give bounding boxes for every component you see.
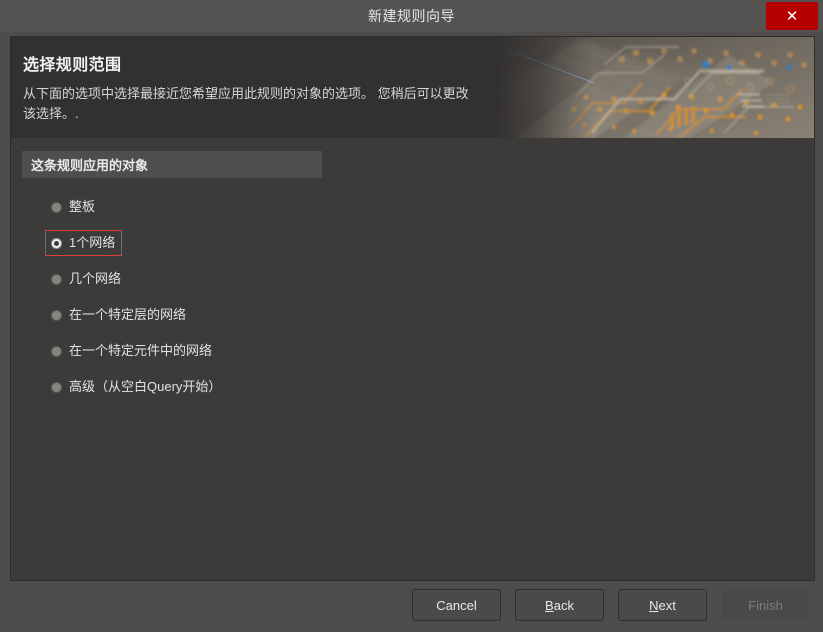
banner: 选择规则范围 从下面的选项中选择最接近您希望应用此规则的对象的选项。 您稍后可以…: [11, 37, 814, 138]
close-button[interactable]: ✕: [766, 2, 818, 30]
next-button-rest: ext: [658, 597, 676, 613]
radio-option-label: 几个网络: [69, 271, 122, 286]
radio-icon[interactable]: [51, 345, 62, 357]
radio-icon[interactable]: [51, 309, 62, 321]
banner-heading: 选择规则范围: [23, 57, 122, 74]
radio-option-label: 1个网络: [69, 235, 116, 250]
radio-icon-selected[interactable]: [51, 237, 62, 249]
banner-text: 选择规则范围 从下面的选项中选择最接近您希望应用此规则的对象的选项。 您稍后可以…: [23, 51, 493, 124]
radio-option-nets-in-component[interactable]: 在一个特定元件中的网络: [45, 338, 219, 364]
radio-icon[interactable]: [51, 381, 62, 393]
footer: Cancel Back Next Finish: [0, 582, 823, 632]
radio-option-label: 整板: [69, 199, 96, 214]
radio-option-advanced-query[interactable]: 高级（从空白Query开始）: [45, 374, 228, 400]
radio-option-label: 在一个特定层的网络: [69, 307, 187, 322]
radio-option-nets-on-layer[interactable]: 在一个特定层的网络: [45, 302, 193, 328]
titlebar: 新建规则向导 ✕: [0, 0, 823, 32]
finish-button: Finish: [721, 589, 810, 621]
content-panel: 选择规则范围 从下面的选项中选择最接近您希望应用此规则的对象的选项。 您稍后可以…: [10, 36, 815, 581]
back-button-accesskey: B: [545, 597, 554, 613]
banner-description: 从下面的选项中选择最接近您希望应用此规则的对象的选项。 您稍后可以更改该选择。.: [23, 86, 469, 121]
radio-option-label: 在一个特定元件中的网络: [69, 343, 213, 358]
window-title: 新建规则向导: [368, 8, 455, 24]
section-header-label: 这条规则应用的对象: [31, 158, 149, 173]
back-button[interactable]: Back: [515, 589, 604, 621]
section-header: 这条规则应用的对象: [22, 151, 322, 178]
close-icon: ✕: [785, 7, 799, 25]
rule-scope-radio-group: 整板 1个网络 几个网络 在一个特定层的网络 在一个特定元件中的网络 高级（从空: [45, 194, 465, 410]
radio-option-whole-board[interactable]: 整板: [45, 194, 102, 220]
dialog-button-bar: Cancel Back Next Finish: [412, 589, 810, 621]
pcb-circuit-board-image: [474, 37, 814, 138]
cancel-button[interactable]: Cancel: [412, 589, 501, 621]
back-button-rest: ack: [553, 597, 574, 613]
radio-option-label: 高级（从空白Query开始）: [69, 379, 222, 394]
radio-option-one-net[interactable]: 1个网络: [45, 230, 123, 256]
new-rule-wizard-dialog: 新建规则向导 ✕ 选择规则范围 从下面的选项中选择最接近您希望应用此规则的对象的…: [0, 0, 823, 632]
radio-option-several-nets[interactable]: 几个网络: [45, 266, 128, 292]
next-button-accesskey: N: [649, 597, 659, 613]
next-button[interactable]: Next: [618, 589, 707, 621]
radio-icon[interactable]: [51, 201, 62, 213]
radio-icon[interactable]: [51, 273, 62, 285]
